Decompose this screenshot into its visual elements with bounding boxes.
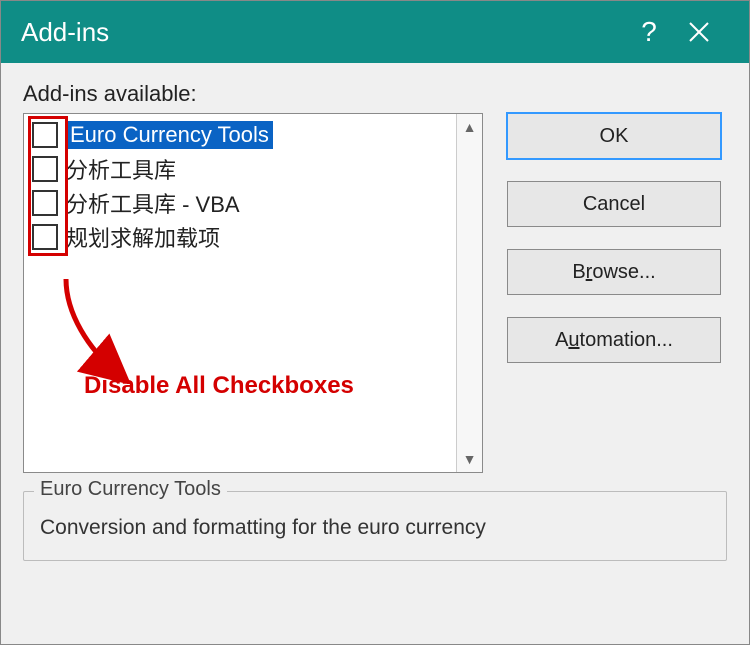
addins-dialog: Add-ins ? Add-ins available: Euro Curren… bbox=[0, 0, 750, 645]
addin-label: 规划求解加载项 bbox=[66, 221, 220, 253]
annotation-arrow-icon bbox=[54, 274, 134, 384]
addin-label: 分析工具库 - VBA bbox=[66, 187, 240, 219]
addin-row-analysis[interactable]: 分析工具库 bbox=[24, 152, 456, 186]
titlebar: Add-ins ? bbox=[1, 1, 749, 63]
help-button[interactable]: ? bbox=[629, 16, 669, 48]
description-body: Conversion and formatting for the euro c… bbox=[40, 516, 710, 540]
addin-row-analysis-vba[interactable]: 分析工具库 - VBA bbox=[24, 186, 456, 220]
checkbox-solver[interactable] bbox=[32, 224, 58, 250]
description-title: Euro Currency Tools bbox=[34, 478, 227, 501]
addin-label: 分析工具库 bbox=[66, 153, 176, 185]
dialog-title: Add-ins bbox=[21, 17, 629, 48]
close-icon bbox=[687, 20, 711, 44]
dialog-body: Add-ins available: Euro Currency Tools 分… bbox=[1, 63, 749, 644]
addin-row-euro[interactable]: Euro Currency Tools bbox=[24, 118, 456, 152]
addin-row-solver[interactable]: 规划求解加载项 bbox=[24, 220, 456, 254]
cancel-button[interactable]: Cancel bbox=[507, 181, 721, 227]
button-column: OK Cancel Browse... Automation... bbox=[507, 113, 721, 363]
ok-button[interactable]: OK bbox=[507, 113, 721, 159]
checkbox-analysis-vba[interactable] bbox=[32, 190, 58, 216]
checkbox-analysis[interactable] bbox=[32, 156, 58, 182]
addins-list-inner: Euro Currency Tools 分析工具库 分析工具库 - VBA 规划… bbox=[24, 114, 456, 472]
available-label: Add-ins available: bbox=[23, 81, 727, 107]
scroll-up-icon[interactable]: ▲ bbox=[463, 120, 477, 134]
close-button[interactable] bbox=[669, 20, 729, 44]
description-group: Euro Currency Tools Conversion and forma… bbox=[23, 491, 727, 561]
automation-button[interactable]: Automation... bbox=[507, 317, 721, 363]
checkbox-euro[interactable] bbox=[32, 122, 58, 148]
scroll-down-icon[interactable]: ▼ bbox=[463, 452, 477, 466]
addins-listbox[interactable]: Euro Currency Tools 分析工具库 分析工具库 - VBA 规划… bbox=[23, 113, 483, 473]
addin-label: Euro Currency Tools bbox=[66, 121, 273, 149]
main-row: Euro Currency Tools 分析工具库 分析工具库 - VBA 规划… bbox=[23, 113, 727, 473]
scrollbar[interactable]: ▲ ▼ bbox=[456, 114, 482, 472]
annotation-text: Disable All Checkboxes bbox=[84, 372, 354, 400]
browse-button[interactable]: Browse... bbox=[507, 249, 721, 295]
